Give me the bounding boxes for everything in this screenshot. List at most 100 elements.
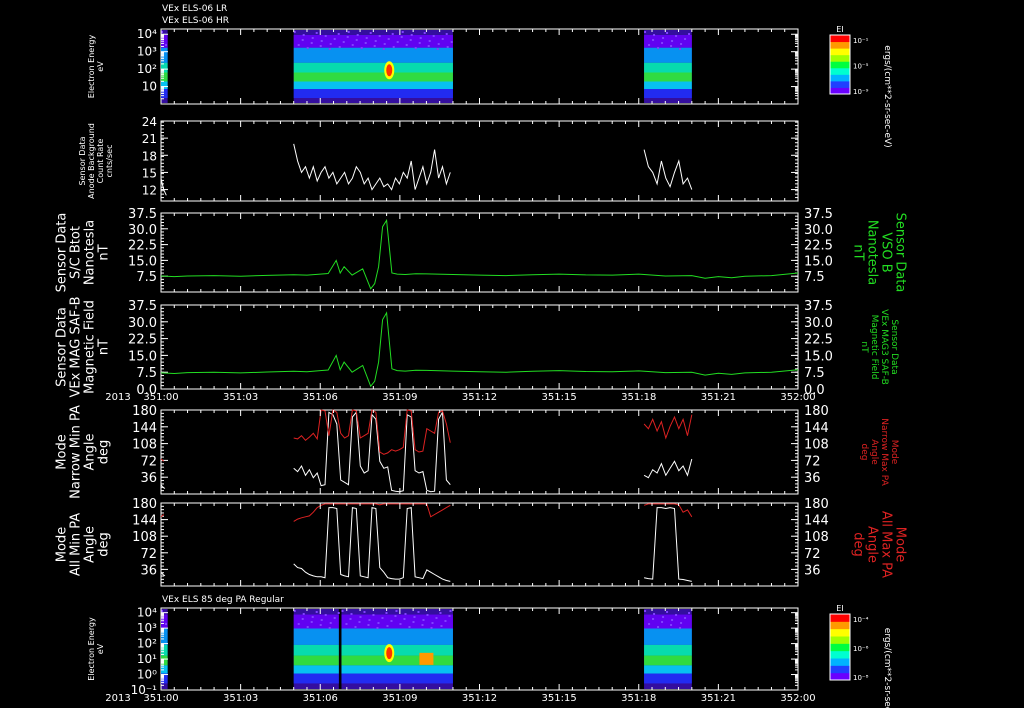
spectrogram-speckle [376,627,379,629]
spectrogram-speckle [311,37,314,39]
spectrogram-band [644,89,692,98]
y-axis-label-line: eV [96,643,105,654]
spectrogram-speckle [446,46,449,48]
spectrogram-speckle [440,625,443,627]
panel-title: VEx ELS 85 deg PA Regular [162,595,284,605]
spectrogram-speckle [419,37,422,39]
y-tick-label: 10² [137,62,157,76]
spectrogram-speckle [666,32,669,34]
spectrogram-speckle [680,43,683,45]
x-tick-label: 352:00 [780,392,815,403]
header-line-2: VEx ELS-06 HR [162,16,229,26]
spectrogram-speckle [386,625,389,627]
spectrogram-speckle [396,41,399,43]
spectrogram-speckle [372,614,375,616]
x-tick-label: 351:21 [701,392,736,403]
y-tick-label: 30.0 [128,223,157,238]
spectrogram-speckle [297,44,300,46]
y-tick-label: 10⁴ [137,606,157,620]
spectrogram-speckle [449,610,452,612]
spectrogram-speckle [680,622,683,624]
spectrogram-speckle [445,33,448,35]
y-axis-label-line: deg [96,440,111,465]
spectrogram-band [644,665,692,674]
spectrogram-speckle [414,47,417,49]
spectrogram-speckle [418,42,421,44]
spectrogram-speckle [346,36,349,38]
y-tick-label-right: 22.5 [804,333,833,348]
spectrogram-speckle [661,621,664,623]
spectrogram-speckle [644,31,647,33]
spectrogram-speckle [431,622,434,624]
x-tick-label: 351:12 [462,392,497,403]
spectrogram-speckle [671,40,674,42]
spectrogram-speckle [421,624,424,626]
y-tick-label-right: 144 [804,514,829,529]
y-tick-label: 10¹ [137,652,157,666]
y-axis-label-line: Angle [82,526,97,563]
spectrogram-band [341,614,453,629]
x-tick-label: 351:09 [382,693,417,704]
spectrogram-speckle [351,44,354,46]
y-tick-label: 24 [142,115,157,129]
spectrogram-speckle [341,610,344,612]
spectrogram-speckle [297,623,300,625]
spectrogram-speckle [302,613,305,615]
colorbar-segment [830,74,850,82]
y-tick-label: 7.5 [136,270,157,285]
spectrogram-speckle [417,611,420,613]
spectrogram-band [293,644,339,656]
y-tick-label: 10³ [137,621,157,635]
right-axis-label-line: deg [851,532,866,557]
spectrogram-speckle [364,42,367,44]
right-axis-label-line: Mode [893,527,908,562]
spectrogram-band [161,614,168,629]
spectrogram-band [644,35,692,48]
spectrogram-speckle [657,47,660,49]
spectrogram-speckle [410,34,413,36]
right-axis-label-line: Angle [869,439,879,465]
colorbar-segment [830,658,850,666]
spectrogram-speckle [392,46,395,48]
y-tick-label: 10⁰ [137,668,157,682]
y-tick-label: 180 [132,497,157,512]
spectrogram-band [293,673,339,684]
right-axis-label-line: deg [859,444,869,461]
y-tick-label-right: 7.5 [804,366,825,381]
spectrogram-band [644,644,692,656]
colorbar-segment [830,628,850,637]
y-axis-label-line: VEx MAG SAF-B [68,296,83,397]
colorbar-tick-label: 10⁻⁵ [853,63,869,71]
spectrogram-speckle [328,48,331,50]
spectrogram-band [293,614,339,629]
colorbar-segment [830,621,850,630]
spectrogram-speckle [427,45,430,47]
spectrogram-speckle [426,614,429,616]
spectrogram-speckle [412,621,415,623]
spectrogram-speckle [652,39,655,41]
spectrogram-speckle [385,612,388,614]
spectrogram-band [644,62,692,73]
spectrogram-speckle [408,626,411,628]
spectrogram-speckle [450,41,453,43]
spectrogram-speckle [354,626,357,628]
colorbar-tick-label: 10⁻⁶ [853,645,869,653]
colorbar-segment [830,87,850,95]
colorbar-unit-label: ergs/(cm**2-sr-sec-eV) [882,628,892,708]
spectrogram-speckle [441,38,444,40]
y-tick-label-right: 7.5 [804,270,825,285]
spectrogram-band [341,673,453,684]
spectrogram-speckle [675,35,678,37]
spectrogram-speckle [337,33,340,35]
spectrogram-speckle [382,48,385,50]
spectrogram-speckle [405,44,408,46]
y-tick-label: 22.5 [128,239,157,254]
spectrogram-speckle [310,621,313,623]
spectrogram-speckle [401,31,404,33]
spectrogram-speckle [679,48,682,50]
y-tick-label: 21 [142,132,157,146]
spectrogram-speckle [383,43,386,45]
spectrogram-speckle [329,622,332,624]
spectrogram-speckle [377,622,380,624]
y-tick-label-right: 15.0 [804,254,833,269]
